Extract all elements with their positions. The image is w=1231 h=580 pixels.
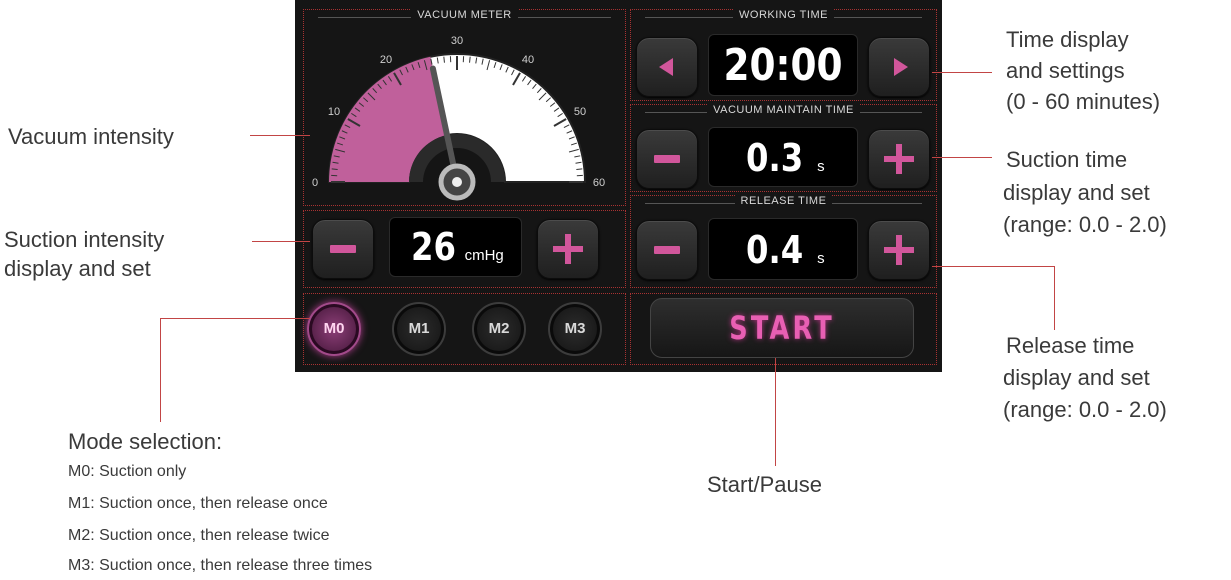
mode-button-m2[interactable]: M2	[472, 302, 526, 356]
suction-unit: cmHg	[464, 247, 504, 264]
time-display-label-2: and settings	[1006, 58, 1125, 83]
maintain-value: 0.3	[746, 136, 804, 180]
mode-selection-title: Mode selection:	[68, 429, 223, 454]
working-time-display: 20:00	[708, 34, 858, 96]
leader-line-mode-h	[160, 318, 310, 319]
release-time-title: RELEASE TIME	[631, 195, 936, 207]
release-time-label-3: (range: 0.0 - 2.0)	[1003, 397, 1167, 422]
gauge-tick-label: 40	[522, 54, 534, 66]
release-value: 0.4	[746, 228, 804, 272]
release-unit: s	[817, 250, 825, 267]
mode-button-m3[interactable]: M3	[548, 302, 602, 356]
release-time-label-1: Release time	[1006, 333, 1135, 358]
maintain-decrease-button[interactable]	[636, 129, 698, 189]
minus-icon	[654, 155, 680, 163]
release-time-display: 0.4 s	[708, 218, 858, 280]
gauge-tick	[331, 168, 338, 170]
maintain-increase-button[interactable]	[868, 129, 930, 189]
minus-icon	[330, 245, 356, 253]
suction-intensity-display: 26 cmHg	[389, 217, 522, 277]
mode-line-m0: M0: Suction only	[68, 463, 187, 480]
suction-time-label-1: Suction time	[1006, 147, 1128, 172]
gauge-needle-cap	[452, 177, 462, 187]
leader-line-maintain	[932, 157, 992, 158]
leader-line-time	[932, 72, 992, 73]
time-display-label-1: Time display	[1006, 27, 1129, 52]
start-label: START	[729, 309, 835, 347]
suction-decrease-button[interactable]	[312, 219, 374, 279]
gauge-tick	[469, 56, 471, 63]
gauge-tick-label: 30	[451, 35, 463, 47]
suction-time-label-2: display and set	[1003, 180, 1150, 205]
arrow-left-icon	[659, 58, 673, 76]
gauge-tick-label: 0	[312, 177, 318, 189]
gauge-tick-label: 50	[574, 106, 586, 118]
mode-line-m1: M1: Suction once, then release once	[68, 495, 328, 512]
gauge-tick	[443, 56, 445, 63]
mode-line-m3: M3: Suction once, then release three tim…	[68, 557, 373, 574]
release-decrease-button[interactable]	[636, 220, 698, 280]
leader-line-release-h	[932, 266, 1054, 267]
leader-line-release-v	[1054, 266, 1055, 330]
suction-intensity-label-1: Suction intensity	[4, 227, 165, 252]
time-increase-button[interactable]	[868, 37, 930, 97]
working-time-title: WORKING TIME	[631, 9, 936, 21]
suction-intensity-label-2: display and set	[4, 256, 151, 281]
gauge-tick-label: 60	[593, 177, 605, 189]
vacuum-maintain-time-display: 0.3 s	[708, 127, 858, 187]
start-pause-label: Start/Pause	[707, 472, 822, 497]
vacuum-maintain-time-title: VACUUM MAINTAIN TIME	[631, 104, 936, 116]
vacuum-gauge: 0 10 20 30 40 50 60	[312, 35, 605, 201]
gauge-tick-label: 10	[328, 106, 340, 118]
suction-value: 26	[411, 225, 457, 269]
gauge-tick	[576, 168, 583, 170]
leader-line-start	[775, 358, 776, 466]
time-decrease-button[interactable]	[636, 37, 698, 97]
time-display-label-3: (0 - 60 minutes)	[1006, 89, 1161, 114]
gauge-tick-label: 20	[380, 54, 392, 66]
suction-time-label-3: (range: 0.0 - 2.0)	[1003, 212, 1167, 237]
mode-button-m0[interactable]: M0	[307, 302, 361, 356]
leader-line-vacuum	[250, 135, 310, 136]
release-time-label-2: display and set	[1003, 365, 1150, 390]
leader-line-mode-v	[160, 318, 161, 422]
start-button[interactable]: START	[650, 298, 914, 358]
vacuum-intensity-label: Vacuum intensity	[8, 124, 174, 149]
maintain-unit: s	[817, 158, 825, 175]
minus-icon	[654, 246, 680, 254]
mode-line-m2: M2: Suction once, then release twice	[68, 527, 330, 544]
release-increase-button[interactable]	[868, 220, 930, 280]
suction-increase-button[interactable]	[537, 219, 599, 279]
leader-line-suction	[252, 241, 310, 242]
gauge-fill	[329, 56, 448, 183]
arrow-right-icon	[894, 58, 908, 76]
mode-button-m1[interactable]: M1	[392, 302, 446, 356]
working-time-value: 20:00	[723, 40, 843, 91]
